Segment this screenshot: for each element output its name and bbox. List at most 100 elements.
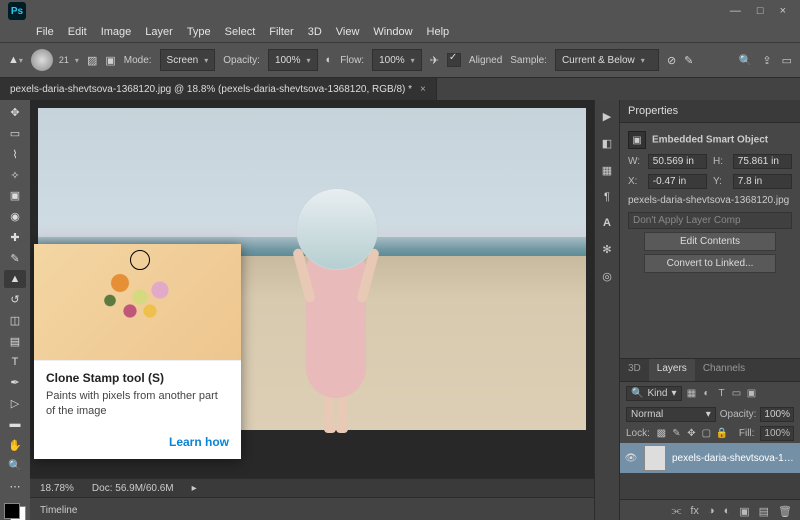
zoom-level[interactable]: 18.78% [40,483,74,494]
path-select-tool[interactable]: ▷ [4,395,26,413]
x-input[interactable]: -0.47 in [648,174,707,189]
tool-preset-icon[interactable]: ▲▾ [8,54,23,66]
eyedropper-tool[interactable]: ◉ [4,208,26,226]
adjust-panel-icon[interactable]: ✻ [602,243,611,256]
cc-panel-icon[interactable]: ◎ [602,270,612,283]
flow-input[interactable]: 100%▾ [372,49,422,71]
filter-smart-icon[interactable]: ▣ [746,388,758,399]
hand-tool[interactable]: ✋ [4,436,26,454]
lock-all-icon[interactable]: 🔒 [716,428,727,439]
filter-type-icon[interactable]: T [716,388,728,399]
menu-layer[interactable]: Layer [145,26,173,38]
menu-filter[interactable]: Filter [269,26,293,38]
status-arrow-icon[interactable]: ▸ [192,483,197,494]
filter-adjust-icon[interactable]: ◐ [701,388,713,399]
gradient-tool[interactable]: ▤ [4,332,26,350]
magic-wand-tool[interactable]: ✧ [4,166,26,184]
tab-channels[interactable]: Channels [695,359,753,381]
mode-select[interactable]: Screen▾ [160,49,216,71]
maximize-button[interactable]: □ [757,5,764,17]
menu-type[interactable]: Type [187,26,211,38]
timeline-panel[interactable]: Timeline [30,497,594,520]
clone-stamp-tool[interactable]: ▲ [4,270,26,288]
character-panel-icon[interactable]: A [603,217,611,229]
crop-tool[interactable]: ▣ [4,187,26,205]
brush-tool[interactable]: ✎ [4,249,26,267]
airbrush-icon[interactable]: ✈ [430,54,439,67]
history-brush-tool[interactable]: ↺ [4,291,26,309]
group-icon[interactable]: ▣ [739,505,749,518]
tab-layers[interactable]: Layers [649,359,695,381]
layer-thumbnail[interactable] [644,445,666,471]
edit-contents-button[interactable]: Edit Contents [644,232,776,251]
type-tool[interactable]: T [4,353,26,371]
color-panel-icon[interactable]: ◧ [602,137,612,150]
adjustment-icon[interactable]: ◐ [724,505,731,517]
play-icon[interactable]: ▶ [603,110,611,123]
new-layer-icon[interactable]: ▤ [759,505,769,518]
canvas[interactable]: Clone Stamp tool (S) Paints with pixels … [30,100,594,478]
visibility-icon[interactable]: 👁 [624,453,638,464]
close-tab-icon[interactable]: × [420,84,426,95]
w-input[interactable]: 50.569 in [648,154,707,169]
aligned-checkbox[interactable] [447,53,461,67]
menu-view[interactable]: View [336,26,360,38]
menu-select[interactable]: Select [225,26,256,38]
search-icon[interactable]: 🔍 [739,54,753,67]
properties-panel-tab[interactable]: Properties [620,100,800,123]
filter-kind-select[interactable]: 🔍Kind▾ [626,386,682,401]
lock-trans-icon[interactable]: ▩ [656,428,667,439]
clone-source-icon[interactable]: ▣ [105,54,115,67]
brush-preview-icon[interactable] [31,49,53,71]
lasso-tool[interactable]: ⌇ [4,146,26,164]
eraser-tool[interactable]: ◫ [4,312,26,330]
color-swatches[interactable] [4,503,26,520]
fx-icon[interactable]: fx [690,505,699,517]
y-input[interactable]: 7.8 in [733,174,792,189]
fill-input[interactable]: 100% [760,426,794,441]
sample-select[interactable]: Current & Below▾ [555,49,659,71]
lock-artboard-icon[interactable]: ▢ [701,428,712,439]
lock-pos-icon[interactable]: ✥ [686,428,697,439]
menu-file[interactable]: File [36,26,54,38]
swatches-panel-icon[interactable]: ▦ [602,164,612,177]
pressure-size-icon[interactable]: ✎ [684,54,693,67]
brush-panel-icon[interactable]: ▨ [87,54,97,67]
convert-linked-button[interactable]: Convert to Linked... [644,254,776,273]
close-button[interactable]: × [780,5,786,17]
workspace-icon[interactable]: ▭ [782,54,792,67]
menu-window[interactable]: Window [373,26,412,38]
tooltip-learn-link[interactable]: Learn how [34,429,241,459]
filter-pixel-icon[interactable]: ▦ [686,388,698,399]
filter-shape-icon[interactable]: ▭ [731,388,743,399]
tab-3d[interactable]: 3D [620,359,649,381]
mask-icon[interactable]: ◑ [708,505,715,517]
lock-paint-icon[interactable]: ✎ [671,428,682,439]
marquee-tool[interactable]: ▭ [4,125,26,143]
edit-toolbar[interactable]: ⋯ [4,478,26,496]
healing-tool[interactable]: ✚ [4,229,26,247]
minimize-button[interactable]: — [730,5,741,17]
paragraph-panel-icon[interactable]: ¶ [604,191,610,203]
quick-share-icon[interactable]: ⇪ [762,54,771,67]
layer-row[interactable]: 👁 pexels-daria-shevtsova-1368... [620,443,800,473]
menu-image[interactable]: Image [101,26,132,38]
zoom-tool[interactable]: 🔍 [4,457,26,475]
h-input[interactable]: 75.861 in [733,154,792,169]
ignore-adjust-icon[interactable]: ⊘ [667,54,676,67]
shape-tool[interactable]: ▬ [4,415,26,433]
layer-opacity-input[interactable]: 100% [760,407,794,422]
blend-mode-select[interactable]: Normal▾ [626,407,716,422]
delete-icon[interactable]: 🗑 [778,505,792,518]
menu-3d[interactable]: 3D [308,26,322,38]
move-tool[interactable]: ✥ [4,104,26,122]
pen-tool[interactable]: ✒ [4,374,26,392]
menu-edit[interactable]: Edit [68,26,87,38]
doc-size[interactable]: Doc: 56.9M/60.6M [92,483,174,494]
document-tab[interactable]: pexels-daria-shevtsova-1368120.jpg @ 18.… [0,78,437,100]
menu-help[interactable]: Help [427,26,450,38]
link-layers-icon[interactable]: ⫘ [671,505,681,518]
opacity-input[interactable]: 100%▾ [268,49,318,71]
layer-name[interactable]: pexels-daria-shevtsova-1368... [672,453,796,464]
pressure-opacity-icon[interactable]: ◐ [326,54,333,66]
